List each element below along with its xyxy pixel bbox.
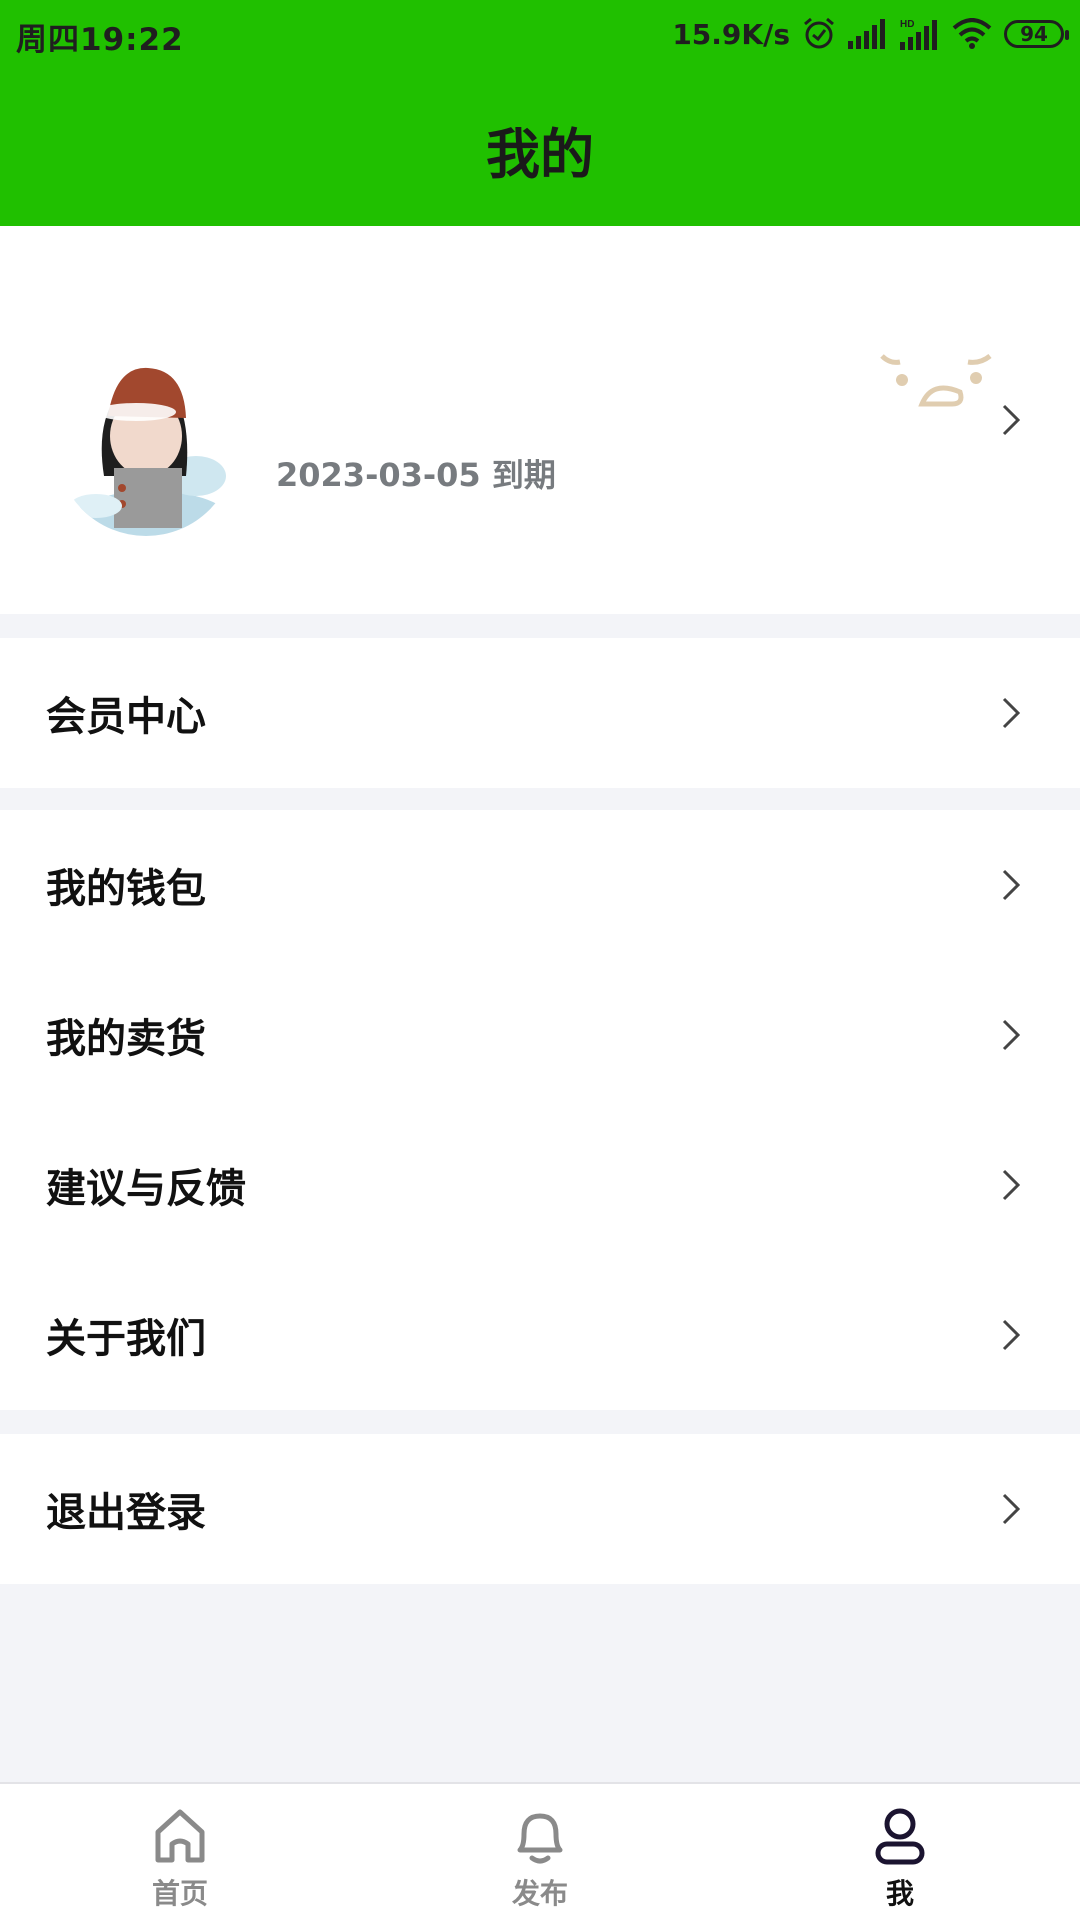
menu-item-label: 我的钱包 [46, 866, 206, 912]
nav-tab-home[interactable]: 首页 [80, 1784, 280, 1920]
home-icon [155, 1809, 205, 1863]
user-icon [875, 1808, 925, 1865]
alarm-icon [802, 17, 836, 51]
battery-icon: 94 [1004, 20, 1069, 48]
chevron-right-icon [1002, 1169, 1021, 1201]
profile-card[interactable]: 2023-03-05 到期 [0, 226, 1080, 614]
section-membership: 会员中心 [0, 638, 1080, 788]
nav-tab-me[interactable]: 我 [800, 1784, 1000, 1920]
nav-tab-publish[interactable]: 发布 [440, 1784, 640, 1920]
menu-item-about-us[interactable]: 关于我们 [0, 1260, 1080, 1410]
menu-item-label: 退出登录 [46, 1490, 206, 1536]
menu-item-label: 建议与反馈 [46, 1166, 246, 1212]
section-account: 我的钱包 我的卖货 建议与反馈 关于我们 [0, 810, 1080, 1410]
menu-item-member-center[interactable]: 会员中心 [0, 638, 1080, 788]
page-title: 我的 [486, 123, 594, 186]
chevron-right-icon [1002, 1019, 1021, 1051]
menu-item-label: 关于我们 [46, 1316, 206, 1362]
face-decoration-icon [880, 353, 992, 418]
wifi-icon [952, 18, 992, 50]
chevron-right-icon [1002, 1319, 1021, 1351]
bottom-nav: 首页 发布 我 [0, 1782, 1080, 1920]
menu-item-feedback[interactable]: 建议与反馈 [0, 1110, 1080, 1260]
chevron-right-icon [1002, 697, 1021, 729]
chevron-right-icon [1002, 869, 1021, 901]
screen: 周四19:22 15.9K/s HD 94 我的 2023-03-05 到期 会… [0, 0, 1080, 1920]
hd-signal-icon: HD [900, 18, 940, 50]
menu-item-label: 会员中心 [46, 694, 206, 740]
menu-item-label: 我的卖货 [46, 1016, 206, 1062]
signal-icon [848, 19, 888, 49]
nav-tab-label: 我 [885, 1877, 914, 1910]
menu-item-my-sales[interactable]: 我的卖货 [0, 960, 1080, 1110]
nav-tab-label: 发布 [511, 1877, 568, 1910]
membership-expiry: 2023-03-05 到期 [276, 456, 556, 494]
avatar[interactable] [56, 356, 236, 536]
bell-icon [517, 1813, 563, 1864]
section-logout: 退出登录 [0, 1434, 1080, 1584]
menu-item-logout[interactable]: 退出登录 [0, 1434, 1080, 1584]
header-bar: 周四19:22 15.9K/s HD 94 我的 [0, 0, 1080, 226]
battery-level: 94 [1020, 22, 1048, 46]
menu-item-wallet[interactable]: 我的钱包 [0, 810, 1080, 960]
chevron-right-icon [1002, 1493, 1021, 1525]
status-time: 周四19:22 [16, 22, 184, 58]
svg-text:HD: HD [900, 19, 914, 30]
chevron-right-icon [1002, 404, 1021, 436]
net-speed: 15.9K/s [672, 17, 790, 51]
status-icons: 15.9K/s HD 94 [672, 14, 1069, 54]
nav-tab-label: 首页 [151, 1877, 208, 1910]
